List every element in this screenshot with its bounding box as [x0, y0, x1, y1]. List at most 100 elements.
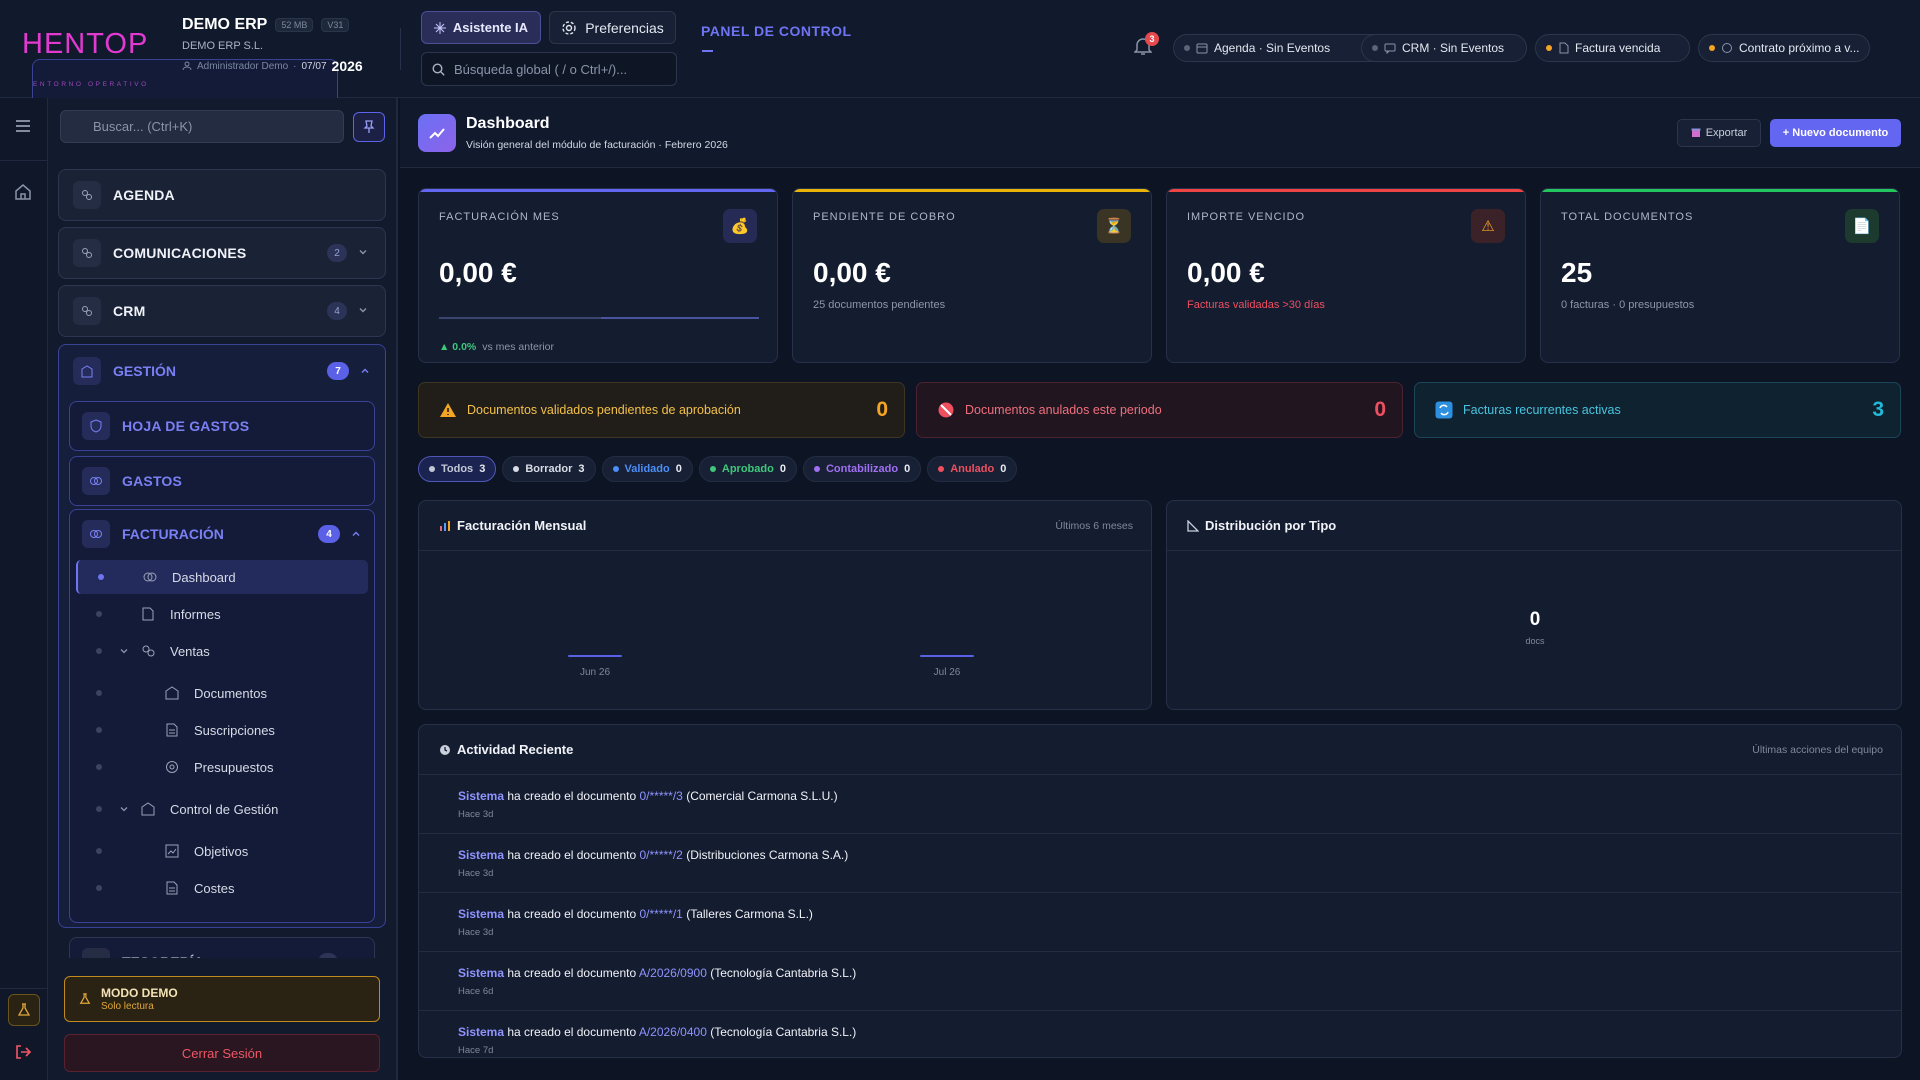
- chart-bar[interactable]: [568, 655, 622, 657]
- activity-document-link[interactable]: 0/*****/1: [639, 907, 682, 921]
- filter-chip-aprobado[interactable]: Aprobado 0: [698, 456, 797, 482]
- logo[interactable]: HENTOP ENTORNO OPERATIVO: [22, 30, 338, 109]
- home-icon[interactable]: [13, 182, 35, 204]
- filter-chip-borrador[interactable]: Borrador 3: [502, 456, 596, 482]
- divider: [0, 988, 48, 989]
- nav-dot: [96, 727, 102, 733]
- event-pill-contract[interactable]: Contrato próximo a v...: [1698, 34, 1870, 62]
- sidebar-item-objetivos[interactable]: Objetivos: [76, 834, 368, 868]
- status-dot: [938, 466, 945, 472]
- coins-icon: [82, 467, 110, 495]
- sidebar-item-gastos[interactable]: GASTOS: [69, 456, 375, 506]
- chip-label: Anulado: [950, 463, 995, 475]
- sidebar-item-control-de-gestion[interactable]: Control de Gestión: [76, 792, 368, 826]
- demo-mode-title: MODO DEMO: [101, 986, 178, 1000]
- section-icon: [73, 239, 101, 267]
- card-title: Facturación Mensual: [439, 518, 586, 533]
- sidebar-section-agenda[interactable]: AGENDA: [58, 169, 386, 221]
- bar-chart-icon: [439, 520, 451, 532]
- event-pill-crm[interactable]: CRM · Sin Eventos: [1361, 34, 1527, 62]
- preferences-button[interactable]: Preferencias: [549, 11, 676, 44]
- gestion-header[interactable]: GESTIÓN 7: [59, 345, 385, 397]
- sidebar-item-costes[interactable]: Costes: [76, 871, 368, 905]
- activity-item[interactable]: Sistema ha creado el documento 0/*****/1…: [419, 894, 1901, 952]
- sub-section-label: HOJA DE GASTOS: [122, 418, 250, 434]
- export-button[interactable]: Exportar: [1677, 119, 1761, 147]
- activity-item[interactable]: Sistema ha creado el documento A/2026/04…: [419, 1012, 1901, 1057]
- chevron-down-icon[interactable]: [118, 645, 130, 657]
- nav-dot: [96, 764, 102, 770]
- event-pill-invoice-overdue[interactable]: Factura vencida: [1535, 34, 1690, 62]
- section-icon: [73, 181, 101, 209]
- pin-button[interactable]: [353, 112, 385, 142]
- chart-bar[interactable]: [920, 655, 974, 657]
- chart-icon: [164, 843, 180, 859]
- sidebar-item-ventas[interactable]: Ventas: [76, 634, 368, 668]
- activity-document-link[interactable]: 0/*****/2: [639, 848, 682, 862]
- new-document-button[interactable]: + Nuevo documento: [1770, 119, 1901, 147]
- activity-document-link[interactable]: A/2026/0400: [639, 1025, 707, 1039]
- activity-document-link[interactable]: A/2026/0900: [639, 966, 707, 980]
- activity-document-link[interactable]: 0/*****/3: [639, 789, 682, 803]
- sidebar-item-suscripciones[interactable]: Suscripciones: [76, 713, 368, 747]
- shield-icon: [82, 412, 110, 440]
- global-search-input[interactable]: [454, 61, 654, 77]
- facturacion-count-badge: 4: [318, 525, 340, 543]
- event-pill-agenda[interactable]: Agenda · Sin Eventos: [1173, 34, 1389, 62]
- nav-dot: [96, 648, 102, 654]
- sidebar-search-input[interactable]: [60, 110, 344, 143]
- chevron-up-icon: [359, 365, 371, 377]
- kpi-trend: ▲ 0.0% vs mes anterior: [439, 341, 554, 353]
- card-title-text: Actividad Reciente: [457, 742, 574, 757]
- fiscal-year[interactable]: 2026: [332, 58, 363, 74]
- logout-icon[interactable]: [13, 1042, 35, 1064]
- chart-x-tick-label: Jul 26: [934, 667, 961, 678]
- facturacion-header[interactable]: FACTURACIÓN 4: [70, 510, 374, 558]
- sidebar-section-comunicaciones[interactable]: COMUNICACIONES 2: [58, 227, 386, 279]
- sidebar-item-dashboard[interactable]: Dashboard: [76, 560, 368, 594]
- kpi-card-pending: PENDIENTE DE COBRO ⏳ 0,00 € 25 documento…: [792, 188, 1152, 363]
- building-icon: [73, 357, 101, 385]
- event-pill-label: Agenda · Sin Eventos: [1214, 41, 1331, 55]
- filter-chip-anulado[interactable]: Anulado 0: [927, 456, 1018, 482]
- status-dot: [429, 466, 435, 472]
- global-search[interactable]: [421, 52, 677, 86]
- alert-text: Facturas recurrentes activas: [1463, 403, 1621, 417]
- alert-recurring-invoices[interactable]: Facturas recurrentes activas 3: [1414, 382, 1901, 438]
- filter-chip-contabilizado[interactable]: Contabilizado 0: [802, 456, 922, 482]
- chip-label: Aprobado: [721, 463, 774, 475]
- alert-pending-approval[interactable]: Documentos validados pendientes de aprob…: [418, 382, 905, 438]
- activity-item[interactable]: Sistema ha creado el documento A/2026/09…: [419, 953, 1901, 1011]
- document-icon: [164, 722, 180, 738]
- card-title: Distribución por Tipo: [1187, 518, 1336, 533]
- sidebar: AGENDA COMUNICACIONES 2 CRM 4 GESTIÓN 7 …: [48, 98, 398, 1080]
- sidebar-group-facturacion: FACTURACIÓN 4 Dashboard Informes Ventas: [69, 509, 375, 923]
- progress-segment: [601, 317, 759, 319]
- company-name: DEMO ERP: [182, 16, 268, 33]
- chip-count: 3: [479, 463, 486, 475]
- activity-item[interactable]: Sistema ha creado el documento 0/*****/2…: [419, 835, 1901, 893]
- alert-cancelled-docs[interactable]: Documentos anulados este periodo 0: [916, 382, 1403, 438]
- triangle-ruler-icon: [1187, 519, 1199, 532]
- sidebar-item-hoja-de-gastos[interactable]: HOJA DE GASTOS: [69, 401, 375, 451]
- nav-dot: [96, 690, 102, 696]
- chevron-down-icon[interactable]: [118, 803, 130, 815]
- sidebar-item-presupuestos[interactable]: Presupuestos: [76, 750, 368, 784]
- sidebar-item-documentos[interactable]: Documentos: [76, 676, 368, 710]
- filter-chip-validado[interactable]: Validado 0: [601, 456, 693, 482]
- ai-assistant-button[interactable]: Asistente IA: [421, 11, 541, 44]
- activity-actor: Sistema: [458, 966, 505, 980]
- status-dot: [1709, 45, 1715, 51]
- notification-badge: 3: [1145, 32, 1159, 46]
- notifications-button[interactable]: 3: [1134, 32, 1159, 58]
- activity-item[interactable]: Sistema ha creado el documento 0/*****/3…: [419, 776, 1901, 834]
- panel-title[interactable]: PANEL DE CONTROL: [701, 23, 852, 39]
- progress-segment: [439, 317, 597, 319]
- hamburger-icon[interactable]: [13, 116, 35, 138]
- sidebar-section-crm[interactable]: CRM 4: [58, 285, 386, 337]
- sidebar-item-informes[interactable]: Informes: [76, 597, 368, 631]
- demo-mode-button[interactable]: [8, 994, 40, 1026]
- filter-chip-todos[interactable]: Todos 3: [418, 456, 497, 482]
- accent-bar: [419, 189, 777, 192]
- logout-button[interactable]: Cerrar Sesión: [64, 1034, 380, 1072]
